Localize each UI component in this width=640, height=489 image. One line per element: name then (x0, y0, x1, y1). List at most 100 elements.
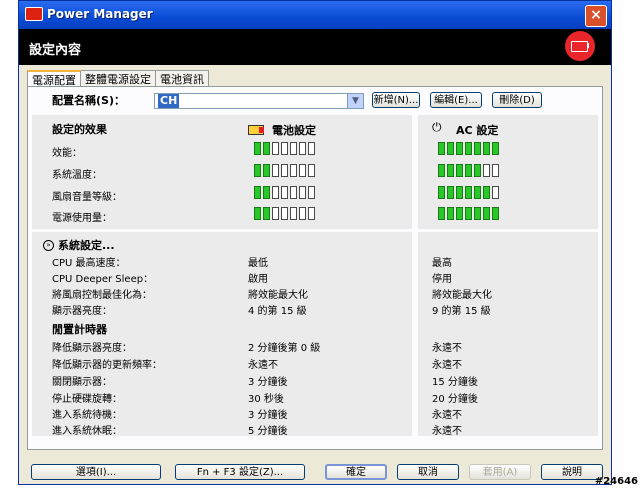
timer-ac-value: 永遠不 (432, 360, 462, 371)
setting-label: 顯示器亮度： (52, 306, 112, 317)
timer-ac-value: 20 分鐘後 (432, 394, 478, 405)
new-profile-button[interactable]: 新增(N)... (372, 92, 420, 108)
level-segment-empty (290, 164, 297, 177)
level-segment-filled (456, 186, 463, 199)
settings-section: » 系統設定... CPU 最高速度： 最低 最高 CPU Deeper Sle… (32, 232, 598, 437)
profile-select[interactable]: CH ▼ (154, 93, 364, 109)
level-segment-filled (263, 164, 270, 177)
idle-timers-heading: 閒置計時器 (52, 323, 107, 336)
level-segment-empty (299, 207, 306, 220)
level-segment-empty (272, 142, 279, 155)
level-segment-filled (447, 186, 454, 199)
level-segment-empty (492, 186, 499, 199)
timer-ac-value: 永遠不 (432, 410, 462, 421)
level-segment-empty (290, 142, 297, 155)
edit-profile-button[interactable]: 編輯(E)... (430, 92, 482, 108)
effect-label-fan-level: 風扇音量等級： (52, 192, 122, 203)
page-title: 設定內容 (29, 43, 82, 58)
level-segment-filled (465, 186, 472, 199)
window-title: Power Manager (47, 7, 153, 21)
timer-label: 進入系統休眠： (52, 426, 122, 437)
level-segment-filled (254, 186, 261, 199)
battery-column-header: 電池設定 (272, 124, 316, 137)
level-segment-filled (465, 164, 472, 177)
setting-label: CPU 最高速度： (52, 258, 126, 269)
level-bar-battery-temperature (254, 164, 315, 177)
level-bar-battery-fan (254, 186, 315, 199)
options-button[interactable]: 選項(I)... (31, 464, 161, 480)
level-segment-filled (263, 142, 270, 155)
level-segment-empty (492, 164, 499, 177)
chevron-down-icon[interactable]: ▼ (347, 94, 363, 108)
effects-heading: 設定的效果 (52, 123, 107, 136)
level-segment-empty (299, 186, 306, 199)
level-segment-filled (483, 142, 490, 155)
divider (412, 115, 418, 229)
apply-button[interactable]: 套用(A) (469, 464, 531, 480)
timer-battery-value: 3 分鐘後 (248, 410, 288, 421)
level-segment-filled (438, 207, 445, 220)
profile-select-value: CH (158, 94, 180, 108)
level-segment-filled (447, 142, 454, 155)
divider (412, 232, 418, 436)
delete-profile-button[interactable]: 刪除(D) (492, 92, 542, 108)
setting-label: CPU Deeper Sleep： (52, 274, 154, 285)
tab-panel: 配置名稱(S)： CH ▼ 新增(N)... 編輯(E)... 刪除(D) 設定… (27, 86, 603, 450)
setting-ac-value: 停用 (432, 274, 452, 285)
level-segment-empty (308, 186, 315, 199)
setting-label: 將風扇控制最佳化為： (52, 290, 152, 301)
level-segment-filled (447, 164, 454, 177)
setting-ac-value: 將效能最大化 (432, 290, 492, 301)
level-bar-ac-temperature (438, 164, 499, 177)
level-bar-ac-fan (438, 186, 499, 199)
effects-section: 設定的效果 電池設定 ⏻ AC 設定 效能： 系統溫度： 風扇音量等級： 電源使… (32, 115, 598, 229)
level-segment-empty (272, 207, 279, 220)
setting-battery-value: 啟用 (248, 274, 268, 285)
fn-f3-settings-button[interactable]: Fn + F3 設定(Z)... (175, 464, 305, 480)
battery-plug-icon (565, 31, 595, 61)
timer-battery-value: 30 秒後 (248, 394, 284, 405)
title-bar[interactable]: Power Manager × (19, 1, 611, 29)
setting-battery-value: 最低 (248, 258, 268, 269)
system-settings-heading[interactable]: 系統設定... (58, 237, 115, 253)
ok-button[interactable]: 確定 (325, 464, 387, 480)
expand-icon[interactable]: » (43, 240, 54, 251)
plug-icon: ⏻ (432, 120, 442, 134)
level-bar-battery-power (254, 207, 315, 220)
level-segment-empty (281, 186, 288, 199)
level-segment-filled (492, 207, 499, 220)
timer-label: 關閉顯示器： (52, 377, 112, 388)
timer-label: 降低顯示器的更新頻率： (52, 360, 162, 371)
level-segment-empty (281, 164, 288, 177)
level-segment-empty (281, 142, 288, 155)
level-segment-filled (263, 207, 270, 220)
level-segment-filled (438, 142, 445, 155)
timer-battery-value: 3 分鐘後 (248, 377, 288, 388)
timer-label: 降低顯示器亮度： (52, 343, 132, 354)
setting-ac-value: 9 的第 15 級 (432, 306, 491, 317)
level-segment-empty (290, 207, 297, 220)
profile-name-label: 配置名稱(S)： (52, 94, 125, 107)
app-icon (25, 7, 43, 21)
level-segment-filled (263, 186, 270, 199)
level-segment-filled (465, 142, 472, 155)
effect-label-temperature: 系統溫度： (52, 170, 102, 181)
setting-battery-value: 將效能最大化 (248, 290, 308, 301)
timer-label: 停止硬碟旋轉： (52, 394, 122, 405)
level-segment-empty (281, 207, 288, 220)
power-manager-window: Power Manager × 設定內容 電源配置 整體電源設定 電池資訊 配置名稱… (18, 0, 612, 485)
level-segment-empty (290, 186, 297, 199)
tab-strip: 電源配置 整體電源設定 電池資訊 (27, 69, 209, 89)
close-button[interactable]: × (585, 5, 607, 27)
timer-battery-value: 永遠不 (248, 360, 278, 371)
timer-label: 進入系統待機： (52, 410, 122, 421)
watermark: #24646 (594, 476, 638, 487)
help-button[interactable]: 說明 (541, 464, 603, 480)
level-segment-empty (272, 186, 279, 199)
cancel-button[interactable]: 取消 (397, 464, 459, 480)
level-segment-filled (474, 186, 481, 199)
level-segment-filled (474, 142, 481, 155)
level-segment-filled (456, 207, 463, 220)
level-segment-filled (483, 207, 490, 220)
level-bar-battery-performance (254, 142, 315, 155)
